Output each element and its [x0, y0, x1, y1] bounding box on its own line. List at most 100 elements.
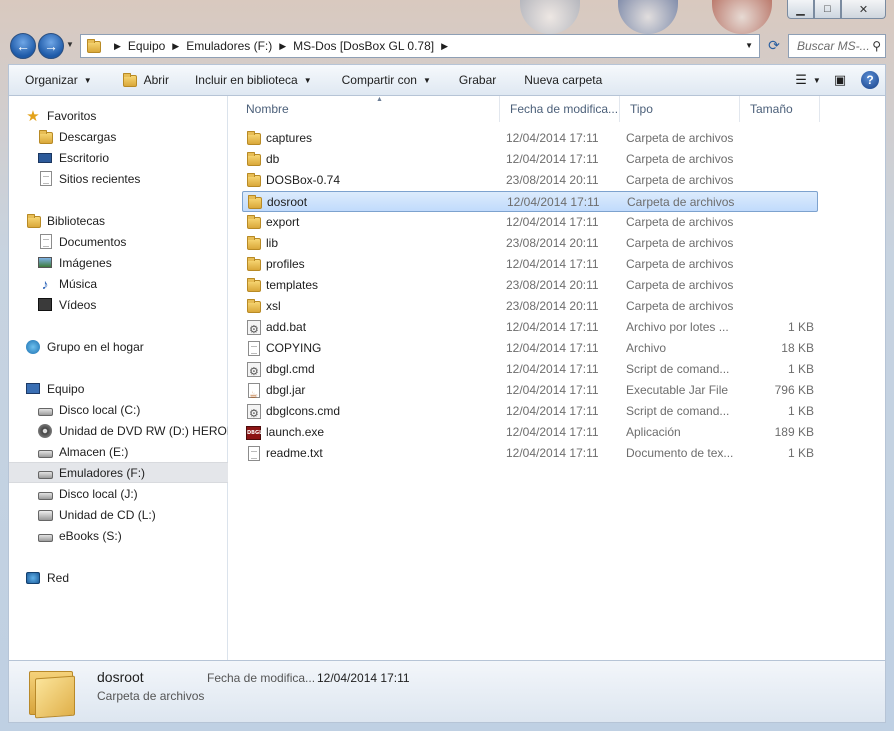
- view-controls: ☰ ▼ ▣ ?: [795, 69, 879, 91]
- chevron-down-icon: ▼: [422, 75, 431, 85]
- table-row[interactable]: export 12/04/2014 17:11 Carpeta de archivo…: [242, 212, 818, 233]
- file-size: [742, 149, 814, 170]
- sidebar-item-equipo[interactable]: Equipo: [9, 378, 228, 399]
- organize-button[interactable]: Organizar ▼: [9, 65, 100, 95]
- sidebar-item-grupo-hogar[interactable]: Grupo en el hogar: [9, 336, 228, 357]
- file-name: lib: [266, 236, 279, 250]
- column-header-type[interactable]: Tipo: [620, 96, 740, 122]
- file-size: 18 KB: [781, 341, 814, 355]
- folder-open-icon: [122, 72, 138, 88]
- sidebar-item-almacen-e[interactable]: Almacen (E:): [9, 441, 228, 462]
- address-dropdown-icon[interactable]: ▼: [745, 41, 753, 50]
- sidebar-item-label: Música: [59, 276, 98, 291]
- file-date: 12/04/2014 17:11: [506, 131, 599, 145]
- chevron-right-icon[interactable]: ▶: [114, 41, 121, 52]
- table-row[interactable]: xsl 23/08/2014 20:11 Carpeta de archivos: [242, 296, 818, 317]
- preview-pane-icon[interactable]: ▣: [829, 69, 851, 91]
- close-button[interactable]: ✕: [841, 0, 886, 19]
- table-row[interactable]: readme.txt 12/04/2014 17:11 Documento de t…: [242, 443, 818, 464]
- file-date: 12/04/2014 17:11: [506, 383, 599, 397]
- address-bar[interactable]: ▶ Equipo ▶ Emuladores (F:) ▶ MS-Dos [Dos…: [80, 34, 760, 58]
- file-type: Script de comand...: [626, 362, 730, 376]
- file-name: dosroot: [267, 195, 308, 209]
- table-row[interactable]: profiles 12/04/2014 17:11 Carpeta de archi…: [242, 254, 818, 275]
- chevron-down-icon: ▼: [303, 75, 312, 85]
- sidebar-item-ebooks-s[interactable]: eBooks (S:): [9, 525, 228, 546]
- file-size: 1 KB: [787, 320, 814, 334]
- breadcrumb-equipo[interactable]: Equipo: [128, 39, 165, 53]
- refresh-icon[interactable]: ⟳: [764, 37, 784, 55]
- file-date: 12/04/2014 17:11: [506, 341, 599, 355]
- share-with-button[interactable]: Compartir con ▼: [334, 65, 439, 95]
- sidebar-item-musica[interactable]: ♪ Música: [9, 273, 228, 294]
- star-icon: ★: [26, 107, 40, 125]
- file-type: Documento de tex...: [626, 446, 734, 460]
- help-icon[interactable]: ?: [861, 71, 879, 89]
- new-folder-button[interactable]: Nueva carpeta: [516, 65, 610, 95]
- sidebar-item-emuladores-f[interactable]: Emuladores (F:): [9, 462, 228, 483]
- batch-file-icon: [246, 404, 262, 419]
- table-row[interactable]: COPYING 12/04/2014 17:11 Archivo 18 KB: [242, 338, 818, 359]
- file-name: add.bat: [266, 320, 307, 334]
- table-row[interactable]: add.bat 12/04/2014 17:11 Archivo por lotes…: [242, 317, 818, 338]
- jar-file-icon: [246, 383, 262, 398]
- sidebar-item-documentos[interactable]: Documentos: [9, 231, 228, 252]
- sidebar-item-favoritos[interactable]: ★ Favoritos: [9, 105, 228, 126]
- view-options-icon[interactable]: ☰ ▼: [795, 69, 821, 91]
- sidebar-item-sitios-recientes[interactable]: Sitios recientes: [9, 168, 228, 189]
- file-size: [742, 170, 814, 191]
- breadcrumb-msdos[interactable]: MS-Dos [DosBox GL 0.78]: [293, 39, 434, 53]
- table-row[interactable]: DBGL launch.exe 12/04/2014 17:11 Aplicación…: [242, 422, 818, 443]
- column-header-label: Tamaño: [750, 102, 793, 116]
- sidebar-item-disco-j[interactable]: Disco local (J:): [9, 483, 228, 504]
- file-type: Carpeta de archivos: [626, 131, 734, 145]
- sidebar-item-red[interactable]: Red: [9, 567, 228, 588]
- sidebar-item-dvd-d[interactable]: Unidad de DVD RW (D:) HEROES: [9, 420, 228, 441]
- sidebar-item-disco-c[interactable]: Disco local (C:): [9, 399, 228, 420]
- chevron-right-icon[interactable]: ▶: [279, 41, 286, 52]
- column-header-size[interactable]: Tamaño: [740, 96, 820, 122]
- column-header-name[interactable]: Nombre ▲: [236, 96, 500, 122]
- file-date: 12/04/2014 17:11: [506, 320, 599, 334]
- table-row[interactable]: DOSBox-0.74 23/08/2014 20:11 Carpeta de ar…: [242, 170, 818, 191]
- file-size: 796 KB: [774, 383, 814, 397]
- table-row[interactable]: templates 23/08/2014 20:11 Carpeta de arch…: [242, 275, 818, 296]
- include-in-library-button[interactable]: Incluir en biblioteca ▼: [187, 65, 320, 95]
- back-button[interactable]: ←: [10, 33, 36, 59]
- caption-buttons: ▁ □ ✕: [787, 0, 886, 19]
- search-icon: ⚲: [872, 39, 881, 53]
- chevron-right-icon[interactable]: ▶: [441, 41, 448, 52]
- sidebar-item-cd-l[interactable]: Unidad de CD (L:): [9, 504, 228, 525]
- table-row[interactable]: captures 12/04/2014 17:11 Carpeta de archi…: [242, 128, 818, 149]
- chevron-right-icon[interactable]: ▶: [172, 41, 179, 52]
- column-header-date[interactable]: Fecha de modifica...: [500, 96, 620, 122]
- table-row[interactable]: db 12/04/2014 17:11 Carpeta de archivos: [242, 149, 818, 170]
- sidebar-item-descargas[interactable]: Descargas: [9, 126, 228, 147]
- burn-button[interactable]: Grabar: [451, 65, 504, 95]
- drive-icon: [37, 465, 53, 481]
- table-row[interactable]: dosroot 12/04/2014 17:11 Carpeta de archiv…: [242, 191, 818, 212]
- file-name: dbgl.jar: [266, 383, 306, 397]
- breadcrumb-emuladores[interactable]: Emuladores (F:): [186, 39, 272, 53]
- forward-button[interactable]: →: [38, 33, 64, 59]
- sidebar-item-escritorio[interactable]: Escritorio: [9, 147, 228, 168]
- table-row[interactable]: dbgl.jar 12/04/2014 17:11 Executable Jar F…: [242, 380, 818, 401]
- file-name: dbglcons.cmd: [266, 404, 341, 418]
- folder-icon: [246, 152, 262, 167]
- table-row[interactable]: dbglcons.cmd 12/04/2014 17:11 Script de co…: [242, 401, 818, 422]
- search-input[interactable]: Buscar MS-... ⚲: [788, 34, 886, 58]
- documents-icon: [37, 234, 53, 250]
- homegroup-icon: [25, 339, 41, 355]
- sidebar-item-imagenes[interactable]: Imágenes: [9, 252, 228, 273]
- exe-app-icon: DBGL: [246, 425, 262, 440]
- sidebar-item-bibliotecas[interactable]: Bibliotecas: [9, 210, 228, 231]
- file-type: Carpeta de archivos: [627, 195, 735, 209]
- drive-icon: [37, 402, 53, 418]
- open-button[interactable]: Abrir: [114, 65, 177, 95]
- maximize-button[interactable]: □: [814, 0, 841, 19]
- table-row[interactable]: dbgl.cmd 12/04/2014 17:11 Script de comand…: [242, 359, 818, 380]
- sidebar-item-videos[interactable]: Vídeos: [9, 294, 228, 315]
- table-row[interactable]: lib 23/08/2014 20:11 Carpeta de archivos: [242, 233, 818, 254]
- minimize-button[interactable]: ▁: [787, 0, 814, 19]
- recent-pages-button[interactable]: ▼: [66, 40, 74, 49]
